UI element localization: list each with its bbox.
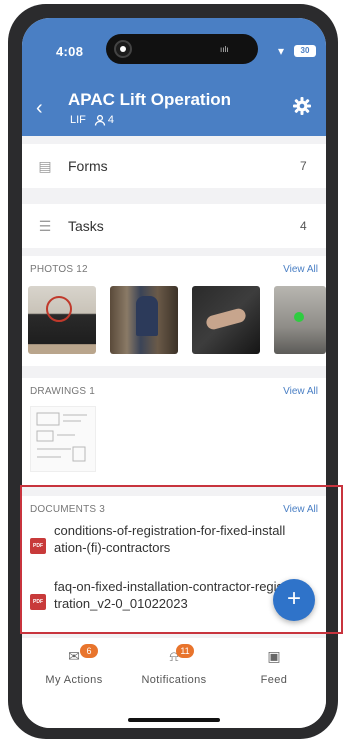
drawing-sketch (36, 412, 87, 462)
camera-icon (114, 40, 132, 58)
nav-notifications[interactable]: ⍾ 11 Notifications (124, 644, 224, 686)
photos-title: PHOTOS 12 (30, 264, 88, 275)
members-count: 4 (107, 114, 115, 126)
members-count-wrap: 4 (94, 114, 114, 126)
photo-thumbnail[interactable] (28, 286, 96, 354)
project-code: LIF (70, 114, 86, 126)
drawings-section: DRAWINGS 1 View All (22, 378, 326, 486)
page-title: APAC Lift Operation (68, 90, 232, 109)
nav-label: Feed (260, 674, 288, 686)
bottom-nav: ✉ 6 My Actions ⍾ 11 Notifications ▣ Feed (22, 638, 326, 728)
gear-icon[interactable] (292, 96, 312, 116)
hand-shape (204, 307, 248, 331)
home-indicator (128, 718, 220, 722)
photo-thumbnail[interactable] (274, 286, 326, 354)
green-button-shape (294, 312, 304, 322)
bell-icon: ⍾ 11 (124, 644, 224, 668)
drawings-count: 1 (89, 386, 95, 397)
forms-row[interactable]: ▤ Forms 7 (22, 144, 326, 188)
dynamic-island: ıılı (106, 34, 258, 64)
forms-count: 7 (300, 159, 307, 173)
photo-thumbnail[interactable] (110, 286, 178, 354)
red-circle-mark (46, 296, 72, 322)
app-header: 4:08 ıılı ▾ 30 ‹ APAC Lift Operation LIF… (22, 18, 326, 136)
add-fab-button[interactable]: + (273, 579, 315, 621)
actions-badge: 6 (80, 644, 98, 658)
drawing-thumbnail[interactable] (30, 406, 96, 472)
nav-label: My Actions (45, 674, 103, 686)
task-list-icon: ☰ (38, 217, 52, 234)
form-icon: ▤ (38, 157, 52, 174)
notifications-badge: 11 (176, 644, 194, 658)
status-time: 4:08 (56, 44, 84, 59)
wifi-icon: ▾ (278, 44, 285, 58)
photos-count: 12 (76, 264, 88, 275)
people-icon (94, 114, 106, 126)
forms-label: Forms (68, 158, 108, 174)
feed-icon: ▣ (267, 648, 281, 664)
back-icon[interactable]: ‹ (36, 98, 43, 118)
project-meta: LIF 4 (70, 114, 114, 126)
drawings-title: DRAWINGS 1 (30, 386, 95, 397)
tasks-count: 4 (300, 219, 307, 233)
photo-thumbnail[interactable] (192, 286, 260, 354)
person-figure (136, 296, 158, 336)
nav-label: Notifications (141, 674, 207, 686)
battery-icon: 30 (294, 45, 316, 57)
signal-icon: ıılı (220, 45, 229, 54)
actions-icon: ✉ 6 (24, 644, 124, 668)
photos-section: PHOTOS 12 View All (22, 256, 326, 366)
photos-view-all[interactable]: View All (283, 264, 318, 275)
tasks-row[interactable]: ☰ Tasks 4 (22, 204, 326, 248)
nav-my-actions[interactable]: ✉ 6 My Actions (24, 644, 124, 686)
drawings-view-all[interactable]: View All (283, 386, 318, 397)
tasks-label: Tasks (68, 218, 104, 234)
nav-feed[interactable]: ▣ Feed (224, 648, 324, 686)
